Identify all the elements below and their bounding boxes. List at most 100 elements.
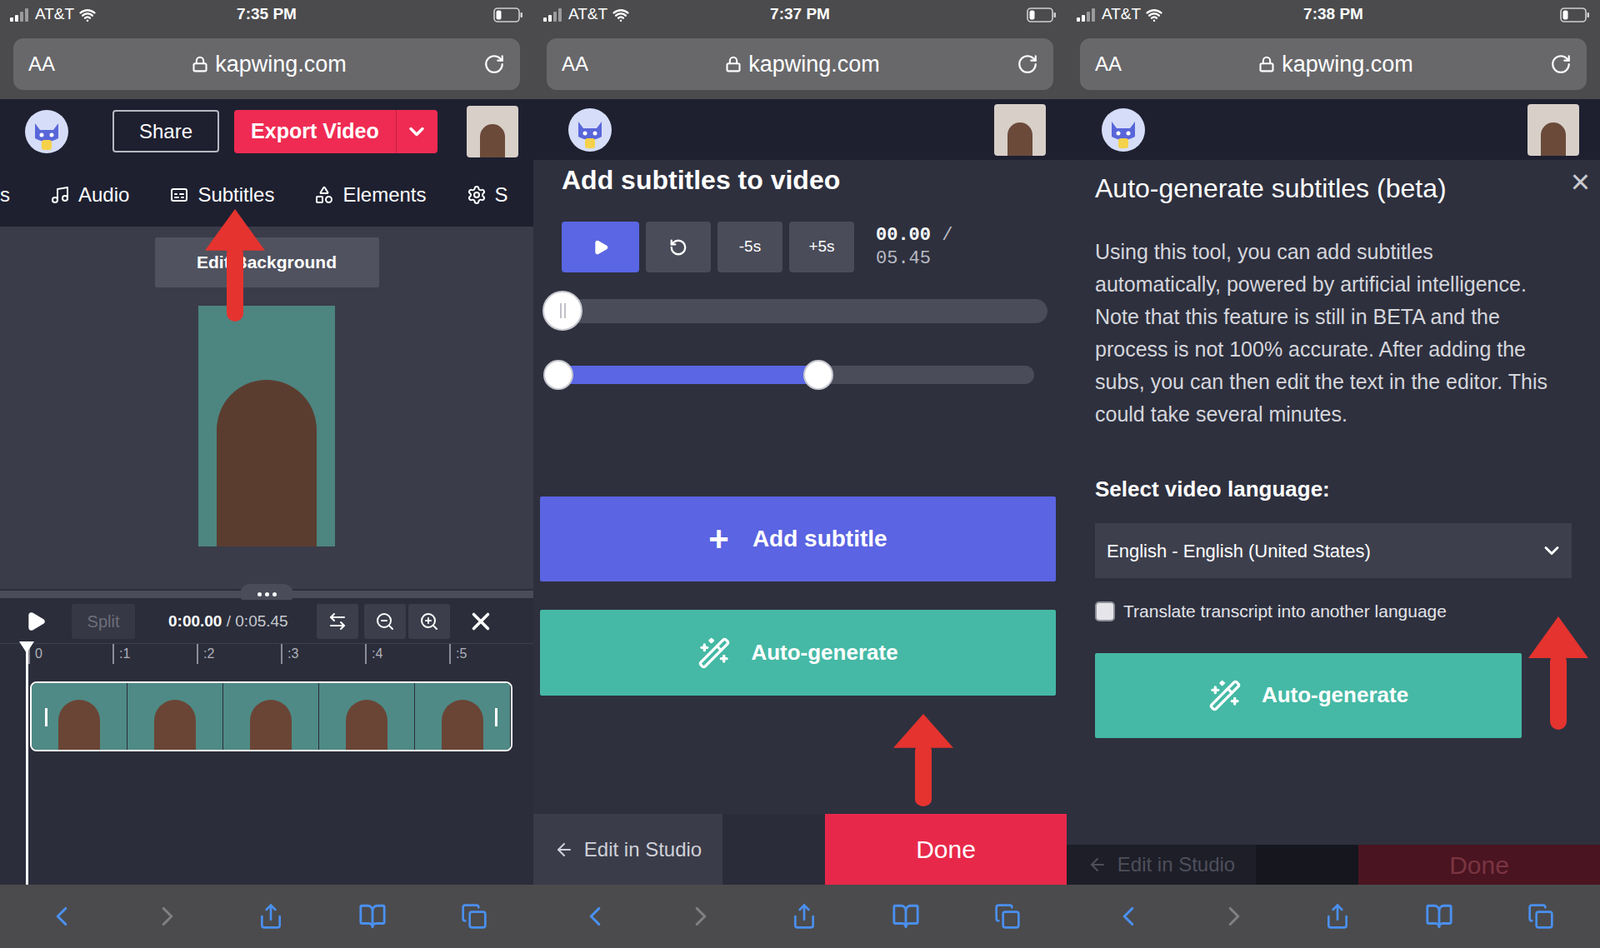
track-frame: [127, 683, 224, 750]
safari-toolbar: [1066, 885, 1600, 948]
forward-icon[interactable]: [151, 900, 184, 933]
safari-top-bar: AT&T7:35 PM AA kapwing.com: [0, 0, 534, 100]
auto-generate-submit-button[interactable]: Auto-generate: [1095, 653, 1522, 739]
language-select[interactable]: English - English (United States): [1095, 523, 1572, 579]
range-fill: [558, 365, 819, 385]
carrier: AT&T: [1101, 2, 1141, 27]
app-header: Share Export Video: [0, 99, 534, 164]
address-field[interactable]: AAkapwing.com: [1080, 38, 1587, 90]
address-field[interactable]: AAkapwing.com: [546, 38, 1054, 90]
split-button[interactable]: Split: [71, 604, 135, 640]
kapwing-logo-icon[interactable]: [568, 108, 612, 152]
editor-tab[interactable]: s: [0, 180, 10, 210]
export-menu-icon[interactable]: [405, 120, 429, 144]
reload-icon[interactable]: [483, 53, 505, 75]
translate-checkbox-row[interactable]: Translate transcript into another langua…: [1095, 598, 1572, 625]
status-bar: AT&T7:38 PM: [1066, 0, 1600, 30]
editor-tab[interactable]: Elements: [314, 180, 426, 210]
export-button[interactable]: Export Video: [234, 110, 438, 154]
bookmarks-icon[interactable]: [891, 902, 920, 931]
timeline-ruler: 0:1:2:3:4:5: [0, 643, 534, 667]
play-button[interactable]: [561, 221, 640, 273]
subtitles-body: Add subtitles to video-5s+5s00.00 /05.45…: [533, 160, 1067, 815]
bookmarks-icon[interactable]: [1425, 902, 1454, 931]
wifi-icon: [612, 6, 630, 24]
range-slider[interactable]: [547, 365, 1035, 385]
forward-icon[interactable]: [685, 900, 717, 933]
text-size-button[interactable]: AA: [28, 49, 55, 80]
replay-button[interactable]: [645, 221, 711, 273]
play-icon: [592, 239, 610, 256]
text-size-button[interactable]: AA: [561, 49, 589, 80]
close-button[interactable]: ×: [1570, 161, 1590, 202]
editor-tab[interactable]: S: [466, 180, 509, 210]
editor-tab[interactable]: Subtitles: [169, 180, 275, 210]
swap-button[interactable]: [316, 604, 359, 640]
share-button[interactable]: Share: [112, 110, 220, 153]
video-frame[interactable]: [198, 305, 335, 547]
close-timeline-icon[interactable]: [466, 607, 495, 636]
forward-icon[interactable]: [1218, 900, 1250, 933]
range-start-thumb[interactable]: [543, 360, 574, 390]
translate-checkbox[interactable]: [1095, 601, 1115, 622]
tabs-icon[interactable]: [1527, 903, 1555, 930]
screenshot-composite: AT&T7:35 PMAAkapwing.comShareExport Vide…: [0, 0, 1600, 948]
share-icon[interactable]: [1324, 903, 1351, 930]
kapwing-logo-icon[interactable]: [25, 110, 69, 154]
playhead[interactable]: [25, 643, 29, 885]
trim-handle[interactable]: [495, 708, 498, 727]
edit-background-button[interactable]: Edit Background: [155, 237, 380, 288]
share-icon[interactable]: [257, 903, 285, 930]
panel-divider[interactable]: [0, 589, 534, 600]
reload-icon[interactable]: [1550, 53, 1572, 75]
lock-icon: [725, 55, 742, 73]
tab-icon: [50, 185, 70, 205]
back-icon[interactable]: [45, 900, 78, 933]
scrubber[interactable]: [542, 299, 1048, 324]
auto-generate-button[interactable]: Auto-generate: [540, 610, 1056, 696]
ruler-tick: :5: [449, 644, 534, 665]
replay-icon: [669, 238, 688, 257]
zoom-out-button[interactable]: [364, 604, 406, 640]
scrubber-thumb[interactable]: [542, 290, 583, 331]
tabs-icon[interactable]: [994, 903, 1021, 930]
reload-icon[interactable]: [1016, 53, 1039, 75]
forward-5s-button[interactable]: +5s: [789, 221, 855, 273]
battery-icon: [1026, 7, 1057, 23]
bookmarks-icon[interactable]: [358, 902, 387, 931]
profile-photo[interactable]: [994, 104, 1046, 156]
track-frame: [319, 683, 415, 750]
app-header: [533, 99, 1067, 160]
back-5s-button[interactable]: -5s: [717, 221, 783, 273]
play-icon[interactable]: [25, 610, 47, 633]
back-icon[interactable]: [579, 900, 611, 933]
wifi-icon: [79, 6, 96, 24]
share-icon[interactable]: [790, 903, 818, 930]
video-track[interactable]: [30, 681, 513, 752]
range-end-thumb[interactable]: [803, 360, 834, 390]
arrow-left-icon: [1087, 855, 1108, 875]
url: kapwing.com: [215, 47, 347, 82]
bottom-action-bar: Edit in Studio Done: [533, 814, 1067, 885]
trim-handle[interactable]: [45, 708, 48, 727]
dimmed-action-bar: Edit in StudioDone: [1066, 845, 1600, 885]
zoom-in-button[interactable]: [408, 604, 450, 640]
edit-in-studio-button[interactable]: Edit in Studio: [533, 814, 723, 885]
text-size-button[interactable]: AA: [1095, 49, 1122, 80]
carrier: AT&T: [35, 2, 75, 27]
profile-photo[interactable]: [1527, 104, 1580, 156]
tab-icon: [466, 185, 487, 205]
editor-tab[interactable]: Audio: [50, 180, 130, 210]
chevron-down-icon: [1540, 539, 1564, 563]
add-subtitle-button[interactable]: +Add subtitle: [540, 496, 1056, 582]
status-bar: AT&T7:35 PM: [0, 0, 534, 30]
back-icon[interactable]: [1112, 900, 1145, 933]
done-button[interactable]: Done: [825, 814, 1067, 885]
tabs-icon[interactable]: [460, 903, 488, 930]
profile-photo[interactable]: [466, 105, 519, 158]
signal-icon: [1076, 8, 1097, 22]
kapwing-logo-icon[interactable]: [1101, 108, 1145, 152]
address-field[interactable]: AA kapwing.com: [13, 38, 520, 90]
subtitles-title: Add subtitles to video: [533, 160, 1067, 197]
annotation-arrow-icon: [1528, 616, 1589, 730]
